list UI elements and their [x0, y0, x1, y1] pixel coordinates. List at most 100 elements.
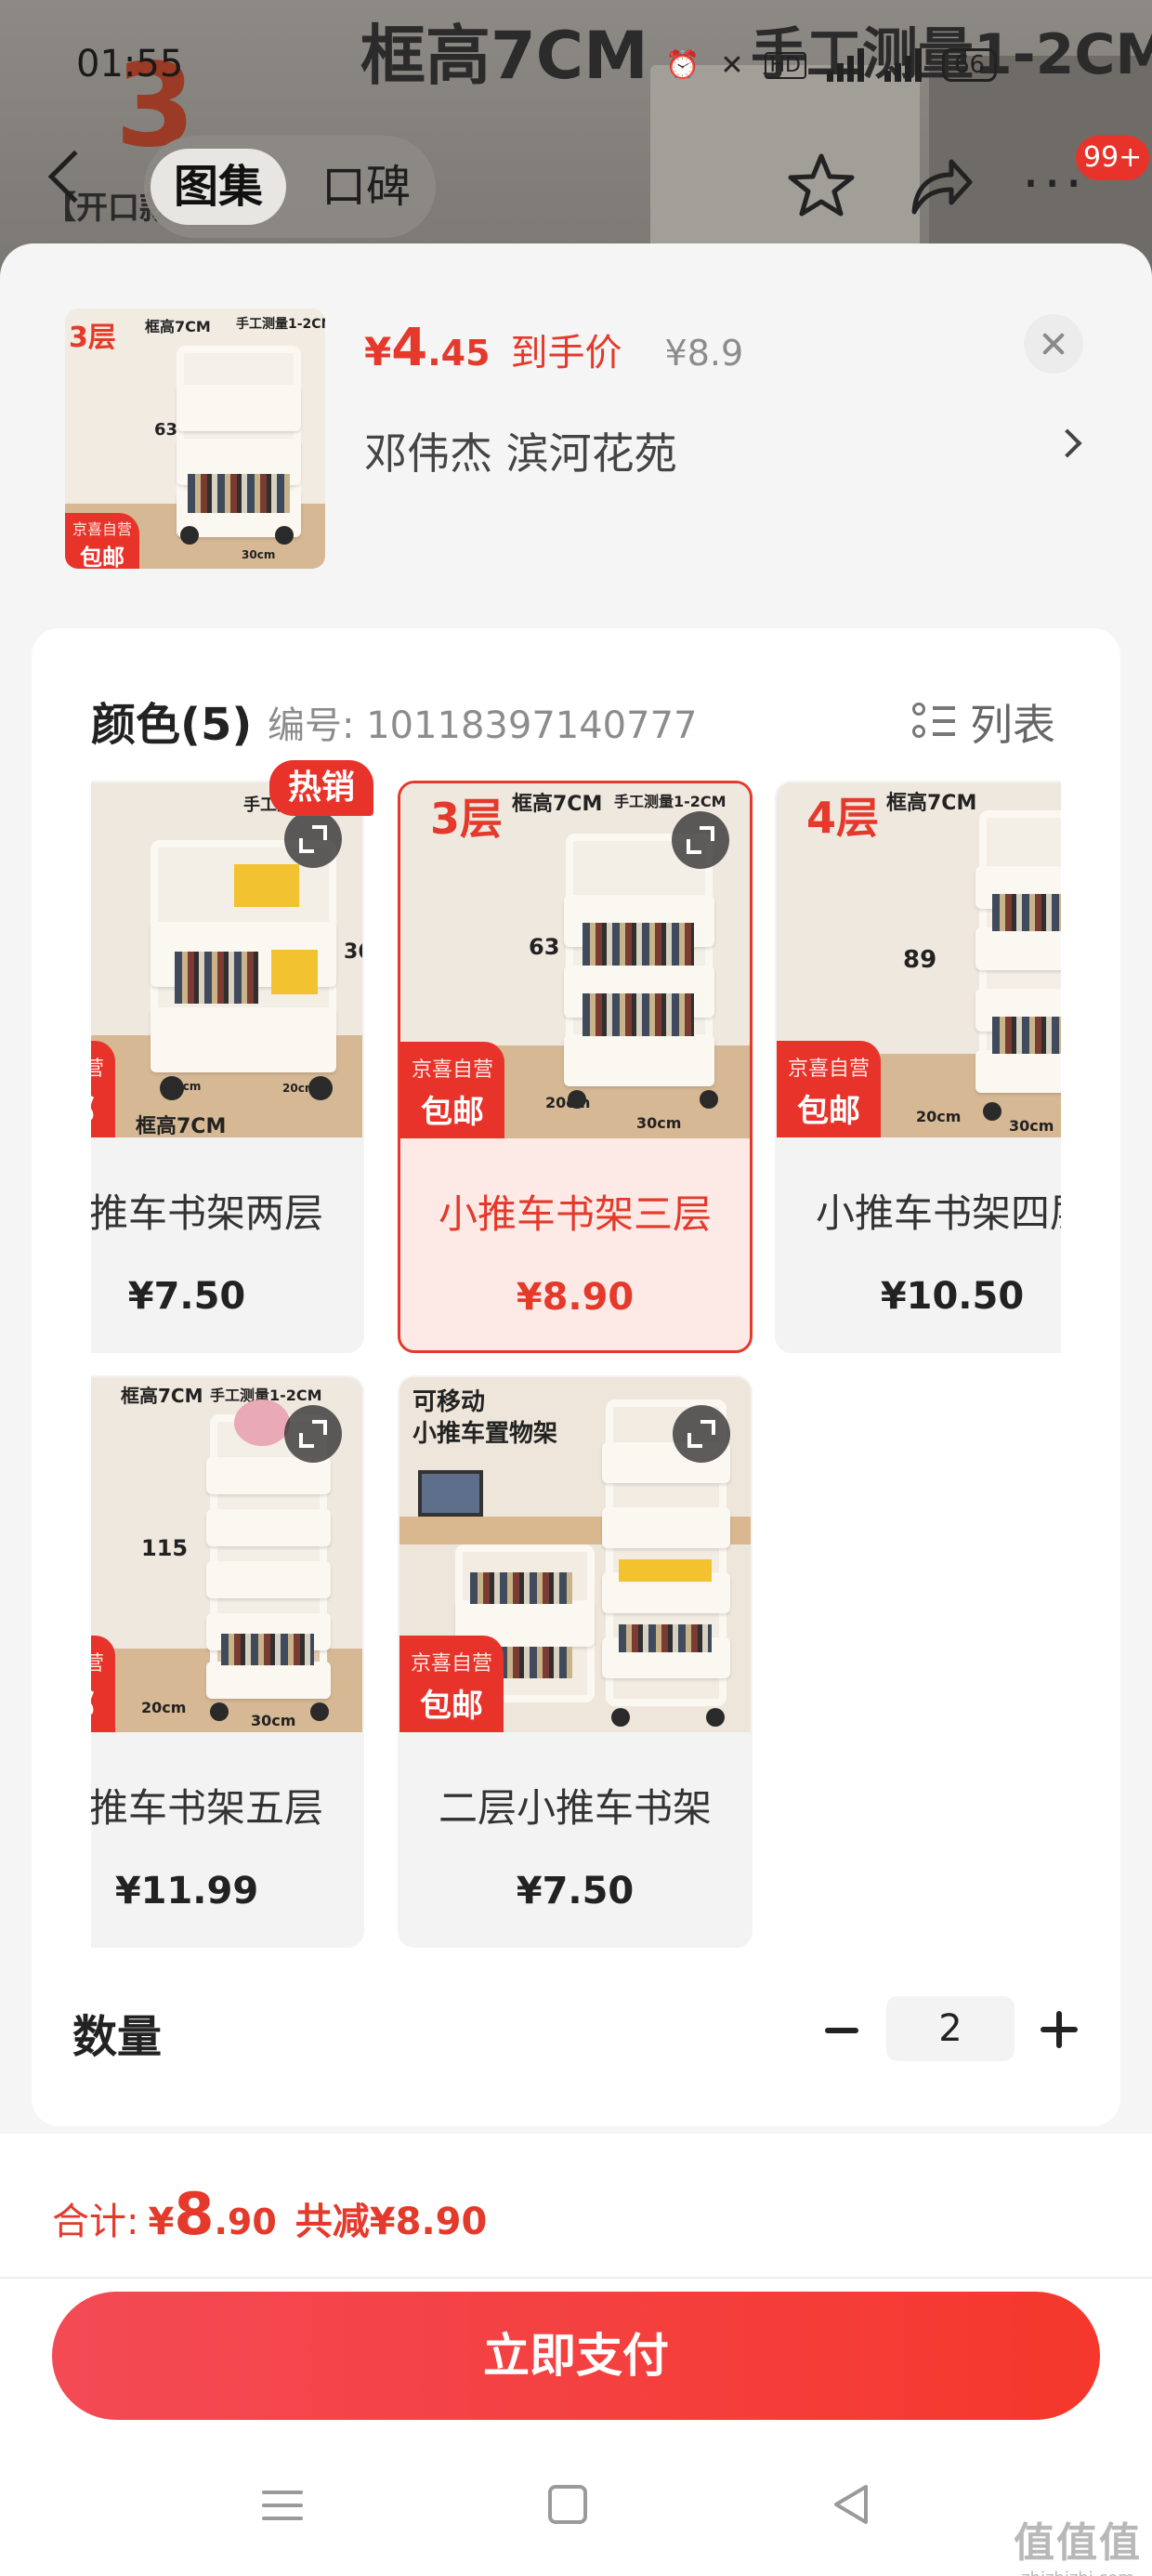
variant-name: 二层小推车书架	[438, 1785, 712, 1831]
hot-badge: 热销	[269, 760, 373, 816]
variant-image-label-bottom: 框高7CM	[136, 1115, 227, 1137]
variant-shelf-tier	[975, 1050, 1061, 1093]
variant-image-label-height: 63	[529, 934, 560, 960]
variant-jd-tag: 京喜自营 包邮	[399, 1636, 504, 1732]
variant-name: 小推车书架两层	[91, 1190, 323, 1236]
total-decimal: .90	[214, 2201, 277, 2242]
plus-icon[interactable]	[1041, 2011, 1078, 2048]
variant-monitor	[418, 1470, 483, 1517]
variant-card-two-tier-cart[interactable]: 可移动 小推车置物架 京喜自营 包邮 二层小推车书架 ¥7.50	[398, 1375, 753, 1948]
variant-image-label-depth: 20cm	[141, 1699, 187, 1716]
variant-grid: 手工测量 36 框高7CM 30cm 20cm 京喜自营 包邮 小推车书架两层 …	[91, 781, 1061, 1952]
variant-image: 3层 框高7CM 手工测量1-2CM 63 30cm 20cm 京喜自营 包邮	[400, 783, 750, 1138]
list-label: 列表	[970, 700, 1055, 750]
variant-price: ¥11.99	[114, 1870, 259, 1912]
variant-shelf-tier	[151, 1007, 336, 1072]
variant-shelf-tier	[206, 1509, 331, 1546]
thumb-wheel	[275, 526, 294, 545]
minus-icon[interactable]	[825, 2028, 858, 2033]
variant-wheel	[308, 1076, 333, 1100]
variant-wheel	[700, 1090, 718, 1109]
variant-price: ¥8.90	[516, 1276, 635, 1319]
variant-wheel	[706, 1708, 725, 1727]
variant-card-two-tier[interactable]: 手工测量 36 框高7CM 30cm 20cm 京喜自营 包邮 小推车书架两层 …	[91, 781, 364, 1353]
variant-image-label-top: 框高7CM	[886, 792, 977, 815]
thumb-label-top-right: 手工测量1-2CM	[236, 317, 325, 332]
tab-reviews[interactable]: 口碑	[301, 149, 431, 225]
thumb-label-tier: 3层	[69, 322, 116, 354]
variant-shelf-tier	[206, 1561, 331, 1598]
expand-icon[interactable]	[672, 811, 729, 869]
expand-icon[interactable]	[284, 1405, 342, 1463]
thumb-label-top-left: 框高7CM	[145, 318, 211, 335]
variant-wheel	[568, 1090, 586, 1109]
price-label: 到手价	[510, 332, 622, 375]
variant-shelf-tier	[602, 1507, 730, 1548]
variant-image-label-height: 115	[141, 1535, 189, 1561]
variant-image: 4层 框高7CM 89 30cm 20cm 京喜自营 包邮	[777, 782, 1061, 1137]
variant-wheel	[160, 1076, 184, 1100]
thumb-wheel	[180, 526, 199, 545]
home-icon[interactable]	[548, 2485, 587, 2524]
more-icon[interactable]: ···	[1022, 156, 1086, 212]
variant-flowers	[234, 1400, 290, 1446]
expand-icon[interactable]	[673, 1405, 730, 1463]
quantity-input[interactable]: 2	[886, 1996, 1015, 2061]
variant-image: 框高7CM 手工测量1-2CM 115 30cm 20cm 京喜自营 包邮	[91, 1377, 362, 1732]
variant-image-label-top: 可移动	[412, 1388, 486, 1416]
expand-icon[interactable]	[284, 810, 342, 868]
variant-name: 小推车书架三层	[438, 1191, 712, 1237]
star-icon[interactable]	[786, 151, 857, 221]
variant-image-label-width: 30cm	[251, 1712, 296, 1729]
pay-now-button[interactable]: 立即支付	[52, 2292, 1100, 2420]
variant-image-label-top: 框高7CM	[512, 793, 603, 816]
battery-icon: 66	[941, 48, 998, 82]
variant-image-label-tier: 4层	[806, 793, 880, 843]
color-section-title: 颜色(5)	[91, 699, 253, 751]
variant-wheel	[210, 1702, 229, 1721]
watermark-logo: 值值值	[1014, 2519, 1142, 2567]
thumb-books	[188, 474, 290, 513]
price-integer: 4	[391, 318, 428, 378]
variant-books	[992, 894, 1061, 931]
sku-number: 编号: 10118397140777	[268, 704, 698, 747]
product-page-background: 框高7CM 手工测量1-2CM 3 【开口款】	[0, 0, 1152, 279]
original-price: ¥8.9	[664, 333, 744, 374]
close-button[interactable]	[1024, 314, 1083, 374]
tab-gallery[interactable]: 图集	[151, 149, 286, 225]
variant-price: ¥7.50	[516, 1870, 635, 1912]
status-time: 01:55	[76, 43, 184, 85]
total-integer: 8	[174, 2180, 215, 2248]
variant-image-label-width: 30cm	[1009, 1117, 1054, 1135]
variant-card-five-tier[interactable]: 框高7CM 手工测量1-2CM 115 30cm 20cm 京喜自营 包邮 小推…	[91, 1375, 364, 1948]
variant-image-label-width: 30cm	[636, 1114, 682, 1132]
variant-jd-tag: 京喜自营 包邮	[91, 1041, 115, 1137]
back-triangle-icon[interactable]	[831, 2481, 871, 2528]
alarm-icon: ⏰	[665, 48, 700, 82]
watermark-url: zhizhizhi.com	[1013, 2569, 1143, 2576]
quantity-label: 数量	[72, 2011, 163, 2063]
thumb-label-height: 63	[154, 420, 178, 440]
variant-jd-tag: 京喜自营 包邮	[91, 1636, 115, 1732]
variant-jd-tag: 京喜自营 包邮	[777, 1041, 881, 1137]
list-icon	[912, 701, 955, 743]
watermark: 值值值 zhizhizhi.com	[1013, 2509, 1143, 2576]
variant-shelf-tier	[206, 1662, 331, 1699]
variant-books	[583, 923, 694, 966]
thumb-shelf-tier	[177, 385, 301, 431]
variant-image-label-top-2: 小推车置物架	[412, 1420, 558, 1448]
variant-card-three-tier[interactable]: 3层 框高7CM 手工测量1-2CM 63 30cm 20cm 京喜自营 包邮 …	[398, 781, 753, 1353]
menu-icon[interactable]	[262, 2487, 303, 2524]
variant-card-four-tier[interactable]: 4层 框高7CM 89 30cm 20cm 京喜自营 包邮 小推车书架四层 ¥1…	[775, 781, 1061, 1353]
share-icon[interactable]	[903, 151, 974, 221]
list-view-toggle[interactable]: 列表	[912, 691, 1055, 753]
product-thumbnail[interactable]: 框高7CM 手工测量1-2CM 3层 63 30cm 京喜自营 包邮	[65, 309, 325, 569]
variant-shelf-tier	[206, 1457, 331, 1494]
variant-image-label-top: 框高7CM	[121, 1385, 203, 1407]
variant-books	[221, 1634, 314, 1665]
variant-books	[175, 952, 258, 1004]
variant-wheel	[310, 1702, 329, 1721]
footer-divider	[0, 2277, 1152, 2279]
delivery-address[interactable]: 邓伟杰 滨河花苑	[364, 420, 677, 481]
cart-badge: 99+	[1076, 136, 1150, 180]
